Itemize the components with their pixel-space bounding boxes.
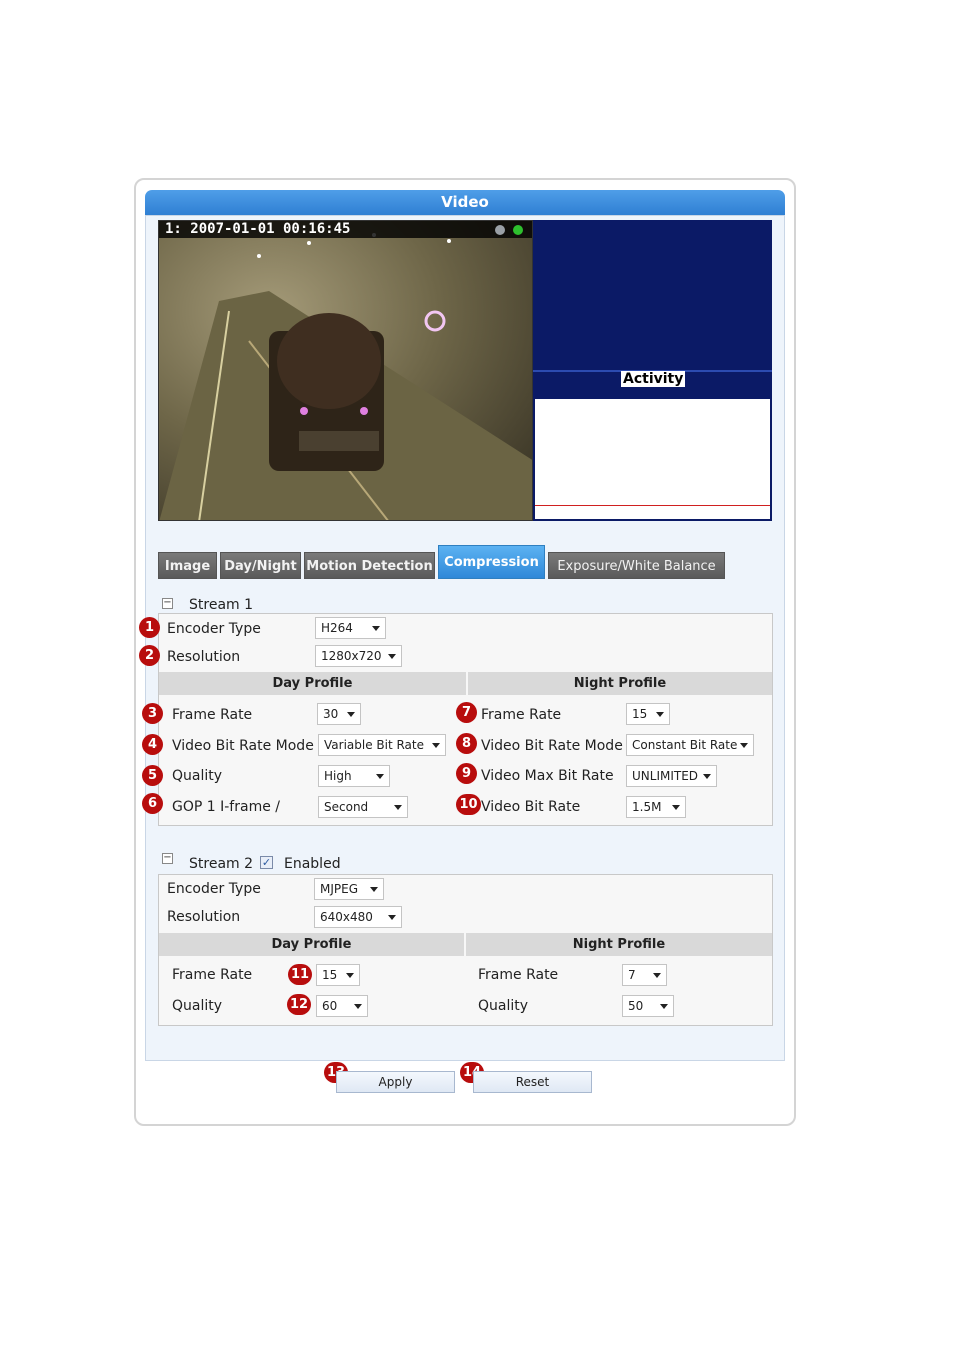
callout-badge: 11 <box>288 964 312 985</box>
stream2-day-quality-select[interactable]: 60 <box>316 995 368 1017</box>
callout-badge: 12 <box>287 994 311 1015</box>
chevron-down-icon <box>740 743 748 748</box>
chevron-down-icon <box>376 774 384 779</box>
chevron-down-icon <box>354 1004 362 1009</box>
stream1-night-bitrate-mode-label: Video Bit Rate Mode <box>481 738 623 754</box>
chevron-down-icon <box>388 654 396 659</box>
stream2-night-quality-label: Quality <box>478 998 529 1014</box>
live-video-view: 1: 2007-01-01 00:16:45 <box>158 220 533 521</box>
stream2-night-quality-select[interactable]: 50 <box>622 995 674 1017</box>
stream1-night-max-bitrate-select[interactable]: UNLIMITED <box>626 765 717 787</box>
stream2-night-frame-rate-label: Frame Rate <box>478 967 559 983</box>
tab-motion-detection[interactable]: Motion Detection <box>304 552 435 579</box>
stream2-day-quality-label: Quality <box>172 998 223 1014</box>
stream2-title: Stream 2 <box>189 856 254 872</box>
stream2-enabled-label: Enabled <box>284 856 341 872</box>
stream2-encoder-label: Encoder Type <box>167 881 261 897</box>
callout-badge: 10 <box>456 794 481 815</box>
stream1-resolution-label: Resolution <box>167 649 241 665</box>
stream1-day-bitrate-mode-select[interactable]: Variable Bit Rate <box>318 734 446 756</box>
callout-badge: 3 <box>142 703 163 724</box>
stream1-encoder-label: Encoder Type <box>167 621 261 637</box>
chevron-down-icon <box>347 712 355 717</box>
chevron-down-icon <box>660 1004 668 1009</box>
callout-badge: 9 <box>456 763 477 784</box>
chevron-down-icon <box>372 626 380 631</box>
callout-badge: 6 <box>142 793 163 814</box>
stream1-encoder-select[interactable]: H264 <box>315 617 386 639</box>
tunnel-camera-image <box>159 221 532 520</box>
stream2-resolution-label: Resolution <box>167 909 241 925</box>
stream2-resolution-select[interactable]: 640x480 <box>314 906 402 928</box>
tab-compression[interactable]: Compression <box>438 545 545 579</box>
stream1-night-frame-rate-label: Frame Rate <box>481 707 562 723</box>
callout-badge: 4 <box>142 734 163 755</box>
stream1-night-bitrate-select[interactable]: 1.5M <box>626 796 686 818</box>
chevron-down-icon <box>653 973 661 978</box>
panel-title: Video <box>145 190 785 215</box>
stream1-night-profile-header: Night Profile <box>468 672 772 695</box>
gray-dot-icon <box>495 225 505 235</box>
stream1-resolution-select[interactable]: 1280x720 <box>315 645 402 667</box>
tab-image[interactable]: Image <box>158 552 217 579</box>
stream2-encoder-select[interactable]: MJPEG <box>314 878 384 900</box>
chevron-down-icon <box>672 805 680 810</box>
stream2-night-frame-rate-select[interactable]: 7 <box>622 964 667 986</box>
minus-box-icon[interactable]: − <box>162 853 173 864</box>
callout-badge: 1 <box>139 617 160 638</box>
stream1-night-frame-rate-select[interactable]: 15 <box>626 703 670 725</box>
chevron-down-icon <box>370 887 378 892</box>
chevron-down-icon <box>703 774 711 779</box>
green-dot-icon <box>513 225 523 235</box>
callout-badge: 8 <box>456 733 477 754</box>
chevron-down-icon <box>388 915 396 920</box>
stream1-night-bitrate-label: Video Bit Rate <box>481 799 581 815</box>
stream2-day-frame-rate-select[interactable]: 15 <box>316 964 360 986</box>
tab-exposure-white-balance[interactable]: Exposure/White Balance <box>548 552 725 579</box>
chevron-down-icon <box>432 743 440 748</box>
callout-badge: 7 <box>456 702 477 723</box>
chevron-down-icon <box>346 973 354 978</box>
activity-label: Activity <box>621 371 686 387</box>
callout-badge: 2 <box>139 645 160 666</box>
callout-badge: 5 <box>142 765 163 786</box>
stream1-day-frame-rate-label: Frame Rate <box>172 707 253 723</box>
stream1-title: Stream 1 <box>189 597 254 613</box>
activity-graph <box>533 399 772 521</box>
activity-threshold-line <box>535 505 770 506</box>
stream1-day-profile-header: Day Profile <box>159 672 466 695</box>
tab-day-night[interactable]: Day/Night <box>220 552 301 579</box>
stream1-day-bitrate-mode-label: Video Bit Rate Mode <box>172 738 314 754</box>
stream1-day-quality-select[interactable]: High <box>318 765 390 787</box>
activity-graph-top <box>533 220 772 370</box>
chevron-down-icon <box>394 805 402 810</box>
reset-button[interactable]: Reset <box>473 1071 592 1093</box>
stream1-day-gop-label: GOP 1 I-frame / <box>172 799 280 815</box>
stream1-day-gop-select[interactable]: Second <box>318 796 408 818</box>
stream2-day-profile-header: Day Profile <box>159 933 464 956</box>
apply-button[interactable]: Apply <box>336 1071 455 1093</box>
chevron-down-icon <box>656 712 664 717</box>
video-timestamp: 1: 2007-01-01 00:16:45 <box>159 221 532 238</box>
stream2-night-profile-header: Night Profile <box>466 933 772 956</box>
stream2-enabled-checkbox[interactable]: ✓ <box>260 856 273 869</box>
stream1-day-frame-rate-select[interactable]: 30 <box>317 703 361 725</box>
checkmark-icon: ✓ <box>261 856 272 869</box>
stream2-day-frame-rate-label: Frame Rate <box>172 967 253 983</box>
stream1-night-max-bitrate-label: Video Max Bit Rate <box>481 768 614 784</box>
stream1-night-bitrate-mode-select[interactable]: Constant Bit Rate <box>626 734 754 756</box>
minus-box-icon[interactable]: − <box>162 598 173 609</box>
stream1-day-quality-label: Quality <box>172 768 223 784</box>
